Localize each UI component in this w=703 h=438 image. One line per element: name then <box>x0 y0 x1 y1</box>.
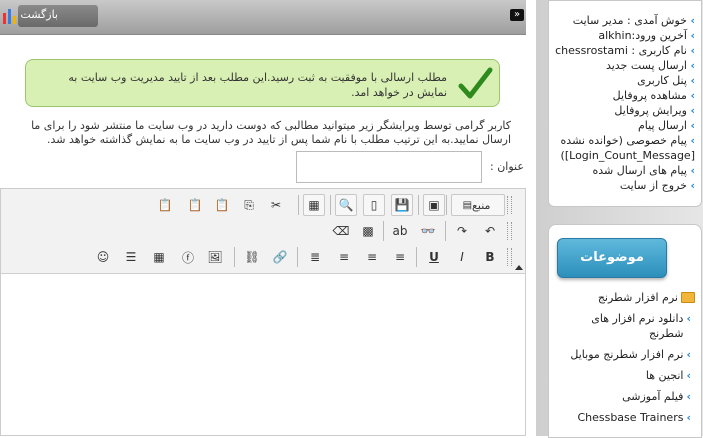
editor-toolbar: ▤ منبع ▣ 💾 ▯ 🔍 ▦ ✂ ⎘ 📋 📋 📋 ↶ ↷ 👓 ab ▩ ⌫ … <box>1 189 525 274</box>
flash-icon[interactable]: ⓕ <box>177 246 199 268</box>
chevron-icon: › <box>686 312 691 325</box>
form-intro-text: کاربر گرامی توسط ویرایشگر زیر میتوانید م… <box>31 119 511 146</box>
preview-icon[interactable]: 🔍 <box>335 194 357 216</box>
back-button-label: بازگشت <box>20 8 58 21</box>
underline-button[interactable]: U <box>423 246 445 268</box>
user-link-new-post[interactable]: › ارسال پست جدید <box>545 58 695 73</box>
user-link-welcome: › خوش آمدی : مدیر سایت <box>572 14 695 27</box>
redo-icon[interactable]: ↷ <box>451 220 473 242</box>
toolbar-grip[interactable] <box>507 222 512 240</box>
categories-list: نرم افزار شطرنج › دانلود نرم افزار های ش… <box>555 290 695 425</box>
unlink-icon[interactable]: ⛓ <box>241 246 263 268</box>
save-icon[interactable]: 💾 <box>391 194 413 216</box>
paste-text-icon[interactable]: 📋 <box>184 194 206 216</box>
user-link-private-messages[interactable]: › پیام خصوصی (خوانده نشده [Login_Count_M… <box>545 133 695 163</box>
checkmark-icon <box>458 67 493 99</box>
category-item[interactable]: › Chessbase Trainers <box>555 410 695 425</box>
paste-icon[interactable]: 📋 <box>211 194 233 216</box>
user-link-username: › نام کاربری : chessrostami <box>555 44 695 57</box>
paste-word-icon[interactable]: 📋 <box>154 194 176 216</box>
categories-title: موضوعات <box>557 238 667 278</box>
image-icon[interactable]: 🖼 <box>204 246 226 268</box>
select-all-icon[interactable]: ▩ <box>357 220 379 242</box>
table-icon[interactable]: ▦ <box>148 246 170 268</box>
toolbar-grip[interactable] <box>507 248 512 266</box>
user-panel: › خوش آمدی : مدیر سایت › آخرین ورود:alkh… <box>548 0 702 207</box>
replace-icon[interactable]: ab <box>389 220 411 242</box>
user-link-last-login: › آخرین ورود:alkhin <box>598 29 695 42</box>
success-message-text: مطلب ارسالی با موفقیت به ثبت رسید.این مط… <box>68 71 447 99</box>
chevron-icon: › <box>686 369 691 382</box>
source-label: منبع <box>472 198 491 212</box>
italic-button[interactable]: I <box>451 246 473 268</box>
user-link-logout[interactable]: › خروج از سایت <box>545 178 695 193</box>
align-left-icon[interactable]: ≡ <box>389 246 411 268</box>
horizontal-rule-icon[interactable]: ☰ <box>120 246 142 268</box>
user-link-view-profile[interactable]: › مشاهده پروفایل <box>545 88 695 103</box>
user-links-list: › خوش آمدی : مدیر سایت › آخرین ورود:alkh… <box>545 13 695 193</box>
find-icon[interactable]: 👓 <box>417 220 439 242</box>
cut-icon[interactable]: ✂ <box>265 194 287 216</box>
editor-content-area[interactable] <box>1 274 525 434</box>
toolbar-grip[interactable] <box>507 196 512 214</box>
title-label: عنوان : <box>490 160 524 173</box>
link-icon[interactable]: 🔗 <box>269 246 291 268</box>
remove-format-icon[interactable]: ⌫ <box>330 220 352 242</box>
category-item[interactable]: › انجین ها <box>555 368 695 383</box>
success-message-box: مطلب ارسالی با موفقیت به ثبت رسید.این مط… <box>25 59 500 107</box>
bold-button[interactable]: B <box>479 246 501 268</box>
new-page-icon[interactable]: ▯ <box>363 194 385 216</box>
user-link-send-message[interactable]: › ارسال پیام <box>545 118 695 133</box>
category-root[interactable]: نرم افزار شطرنج <box>555 290 695 305</box>
smiley-icon[interactable]: ☺ <box>92 246 114 268</box>
align-center-icon[interactable]: ≡ <box>361 246 383 268</box>
title-input[interactable] <box>296 151 482 183</box>
top-bar: بازگشت » <box>0 0 526 35</box>
source-icon: ▤ <box>462 199 473 211</box>
collapse-double-chevron-icon[interactable]: » <box>510 9 524 21</box>
align-justify-icon[interactable]: ≣ <box>304 246 326 268</box>
copy-icon[interactable]: ⎘ <box>238 194 260 216</box>
source-button[interactable]: ▤ منبع <box>451 194 505 216</box>
stats-icon <box>3 9 16 24</box>
categories-panel: موضوعات نرم افزار شطرنج › دانلود نرم افز… <box>548 224 702 438</box>
category-item[interactable]: › نرم افزار شطرنج موبایل <box>555 347 695 362</box>
save-template-icon[interactable]: ▣ <box>423 194 445 216</box>
undo-icon[interactable]: ↶ <box>479 220 501 242</box>
chevron-icon: › <box>686 411 691 424</box>
toolbar-collapse-arrow-icon[interactable] <box>515 265 523 270</box>
user-link-sent-messages[interactable]: › پیام های ارسال شده <box>545 163 695 178</box>
folder-icon <box>681 292 695 303</box>
rich-text-editor: ▤ منبع ▣ 💾 ▯ 🔍 ▦ ✂ ⎘ 📋 📋 📋 ↶ ↷ 👓 ab ▩ ⌫ … <box>0 188 526 436</box>
right-sidebar: › خوش آمدی : مدیر سایت › آخرین ورود:alkh… <box>536 0 703 438</box>
category-item[interactable]: › دانلود نرم افزار های شطرنج <box>555 311 695 341</box>
align-right-icon[interactable]: ≡ <box>333 246 355 268</box>
user-link-edit-profile[interactable]: › ویرایش پروفایل <box>545 103 695 118</box>
templates-icon[interactable]: ▦ <box>303 194 325 216</box>
user-link-panel[interactable]: › پنل کاربری <box>545 73 695 88</box>
back-button[interactable]: بازگشت <box>18 5 98 27</box>
chevron-icon: › <box>686 390 691 403</box>
category-item[interactable]: › فیلم آموزشی <box>555 389 695 404</box>
chevron-icon: › <box>686 348 691 361</box>
